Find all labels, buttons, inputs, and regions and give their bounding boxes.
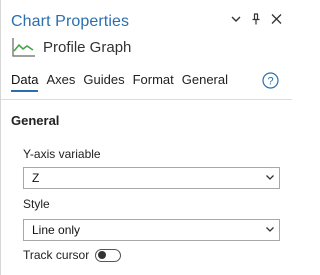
- chart-name: Profile Graph: [43, 38, 132, 56]
- tab-data[interactable]: Data: [11, 72, 39, 92]
- style-select[interactable]: Line only: [23, 219, 280, 241]
- tabs-divider: [1, 99, 292, 100]
- property-tabs: Data Axes Guides Format General ?: [11, 72, 282, 94]
- help-icon[interactable]: ?: [262, 72, 279, 89]
- track-cursor-toggle[interactable]: [95, 248, 122, 262]
- window-controls: [230, 13, 282, 27]
- y-axis-variable-label: Y-axis variable: [23, 147, 101, 161]
- tab-general[interactable]: General: [182, 72, 228, 92]
- svg-text:?: ?: [267, 76, 273, 88]
- pin-icon[interactable]: [250, 13, 262, 27]
- pane-title: Chart Properties: [11, 13, 130, 30]
- chevron-down-icon[interactable]: [230, 13, 242, 27]
- close-icon[interactable]: [270, 13, 282, 27]
- chevron-down-icon: [266, 227, 274, 232]
- y-axis-variable-value: Z: [32, 171, 40, 185]
- track-cursor-row: Track cursor: [23, 248, 122, 262]
- toggle-knob: [98, 251, 107, 259]
- section-title-general: General: [11, 113, 60, 128]
- tab-guides[interactable]: Guides: [83, 72, 124, 92]
- tab-axes[interactable]: Axes: [46, 72, 75, 92]
- chevron-down-icon: [266, 175, 274, 180]
- tab-format[interactable]: Format: [133, 72, 174, 92]
- style-value: Line only: [32, 223, 81, 237]
- profile-graph-icon: [12, 38, 35, 57]
- chart-properties-pane: Chart Properties Profile Graph Data Axes…: [0, 0, 292, 275]
- chart-name-row: Profile Graph: [11, 36, 131, 58]
- track-cursor-label: Track cursor: [23, 248, 90, 262]
- y-axis-variable-select[interactable]: Z: [23, 167, 280, 189]
- style-label: Style: [23, 197, 50, 211]
